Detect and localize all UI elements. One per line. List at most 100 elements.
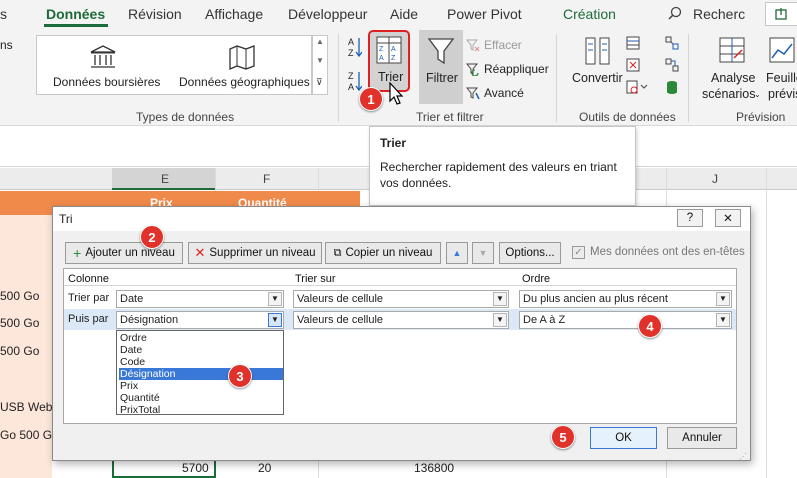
convert-button[interactable]: Convertir [572,71,623,85]
tab-aide[interactable]: Aide [390,6,418,22]
row1-sort-on-value: Valeurs de cellule [297,293,384,305]
dropdown-arrow-icon[interactable]: ▼ [268,292,282,306]
add-level-button[interactable]: + Ajouter un niveau [65,242,183,264]
tab-revision[interactable]: Révision [128,6,182,22]
ok-button[interactable]: OK [590,427,657,449]
move-down-button[interactable]: ▼ [472,242,494,264]
filter-icon [427,36,455,69]
svg-text:A: A [391,46,396,53]
list-item[interactable]: Quantité [119,392,283,404]
tab-donnees[interactable]: Données [46,6,105,22]
tab-fragment[interactable]: s [0,6,7,22]
sort-az-icon[interactable]: AZ [348,36,363,61]
forecast-sheet-line1[interactable]: Feuille [766,71,797,85]
list-item[interactable]: Date [119,344,283,356]
column-header-f[interactable]: F [263,172,270,186]
sheet-cell[interactable]: USB Webc [0,400,58,414]
resize-grip-icon[interactable]: ⋰ [739,452,747,461]
gallery-down-icon[interactable]: ▼ [316,56,324,65]
advanced-button[interactable]: Avancé [484,86,524,100]
list-item[interactable]: Ordre [119,332,283,344]
what-if-button-line1[interactable]: Analyse [711,71,755,85]
has-headers-checkbox[interactable]: ✓ [572,246,585,259]
column-header-e[interactable]: E [161,172,169,186]
tab-power-pivot[interactable]: Power Pivot [447,6,522,22]
sheet-cell[interactable]: 5700 [182,461,209,475]
stocks-button[interactable]: Données boursières [53,75,160,89]
row2-sort-on-select[interactable]: Valeurs de cellule ▼ [293,311,509,329]
move-up-button[interactable]: ▲ [446,242,468,264]
data-model-icon[interactable] [665,80,679,97]
gallery-more-icon[interactable]: ⊽ [316,77,323,88]
dropdown-arrow-icon[interactable]: ▼ [716,292,730,306]
chevron-down-icon[interactable]: ⌄ [754,90,761,99]
what-if-button-line2[interactable]: scénarios [702,87,756,101]
flash-fill-icon[interactable] [626,36,640,53]
list-item[interactable]: Code [119,356,283,368]
sheet-cell[interactable]: 500 Go [0,289,39,303]
dropdown-arrow-icon[interactable]: ▼ [268,313,282,327]
list-item[interactable]: PrixTotal [119,404,283,416]
map-icon[interactable] [228,44,256,73]
list-item-selected[interactable]: Désignation [119,368,283,380]
row1-column-select[interactable]: Date ▼ [116,290,284,308]
group-label-data-tools: Outils de données [579,110,676,124]
svg-text:Z: Z [379,46,384,53]
step-badge-4: 4 [638,314,662,338]
left-group-fragment: ns [0,38,13,52]
dropdown-arrow-icon[interactable]: ▼ [493,292,507,306]
bank-icon[interactable] [89,44,117,73]
grid-header-row [64,269,736,286]
dropdown-arrow-icon[interactable]: ▼ [716,313,730,327]
share-icon [775,8,787,20]
tab-creation[interactable]: Création [563,6,616,22]
column-header-j[interactable]: J [712,172,718,186]
data-validation-icon[interactable] [626,80,648,97]
row2-column-select[interactable]: Désignation ▼ [116,311,284,329]
sheet-cell[interactable]: 136800 [414,461,454,475]
group-label-datatypes: Types de données [136,110,235,124]
sheet-cell[interactable]: 500 Go [0,344,39,358]
share-button[interactable] [765,2,797,26]
sort-za-icon[interactable]: ZA [348,70,363,95]
tab-affichage[interactable]: Affichage [205,6,263,22]
clear-button[interactable]: Effacer [484,38,522,52]
relationships-icon[interactable] [665,58,679,75]
row2-order-select[interactable]: De A à Z ▼ [519,311,732,329]
search-icon[interactable] [668,6,682,23]
sheet-cell[interactable]: 20 [258,461,271,475]
row1-column-value: Date [120,293,144,305]
dropdown-arrow-icon[interactable]: ▼ [493,313,507,327]
tooltip-text-line1: Rechercher rapidement des valeurs en tri… [380,160,617,174]
forecast-sheet-line2[interactable]: prévis [768,87,797,101]
row2-sort-on-value: Valeurs de cellule [297,314,384,326]
forecast-sheet-icon [768,36,796,69]
group-separator [338,34,339,122]
grid-line [766,168,767,478]
consolidate-icon[interactable] [665,36,679,53]
remove-duplicates-icon[interactable] [626,58,640,75]
close-button[interactable]: ✕ [715,209,741,227]
search-box[interactable]: Recherc [693,6,745,22]
reapply-icon [465,62,480,79]
help-button[interactable]: ? [677,209,703,227]
cancel-button[interactable]: Annuler [667,427,737,449]
list-item[interactable]: Prix [119,380,283,392]
reapply-button[interactable]: Réappliquer [484,62,549,76]
options-button[interactable]: Options... [499,242,561,264]
row1-sort-on-select[interactable]: Valeurs de cellule ▼ [293,290,509,308]
sheet-cell[interactable]: 500 Go [0,316,39,330]
add-level-label: Ajouter un niveau [85,247,175,259]
gallery-up-icon[interactable]: ▲ [316,37,324,46]
column-header-ordre: Ordre [522,273,551,285]
row1-order-select[interactable]: Du plus ancien au plus récent ▼ [519,290,732,308]
plus-icon: + [73,245,82,261]
copy-level-button[interactable]: ⧉ Copier un niveau [325,242,441,264]
column-options-list: Ordre Date Code Désignation Prix Quantit… [116,330,284,416]
sheet-cell[interactable]: Go 500 G [0,428,52,442]
geography-button[interactable]: Données géographiques [179,75,310,89]
tab-developpeur[interactable]: Développeur [288,6,367,22]
group-separator [688,34,689,122]
delete-level-button[interactable]: ✕ Supprimer un niveau [188,242,322,264]
svg-text:Z: Z [348,71,354,81]
